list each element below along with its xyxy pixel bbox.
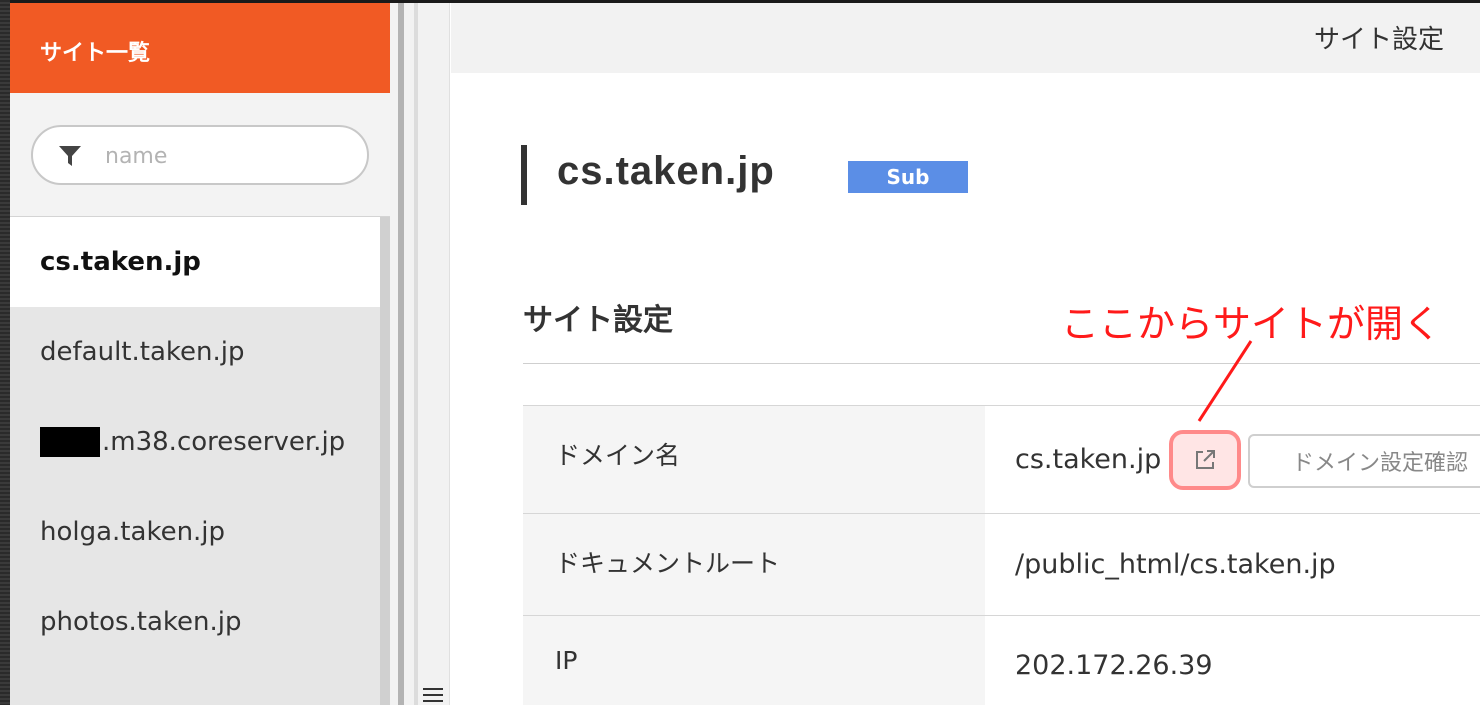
site-list-item-label: .m38.coreserver.jp [102,427,346,457]
settings-value: /public_html/cs.taken.jp [1015,549,1336,580]
pane-splitter[interactable] [390,3,450,705]
site-list: cs.taken.jp default.taken.jp .m38.corese… [10,217,380,667]
settings-label: ドキュメントルート [523,514,985,615]
settings-value: 202.172.26.39 [1015,650,1213,681]
site-search-input[interactable]: name [31,125,369,185]
sidebar-scrollbar[interactable] [380,217,390,705]
settings-table: ドメイン名 cs.taken.jp ドメイン設定確認 ドキュメントルート /pu… [523,405,1480,705]
hamburger-icon[interactable] [423,685,443,705]
title-accent-bar [521,145,527,205]
splitter-divider [414,3,418,705]
site-list-item[interactable]: holga.taken.jp [10,487,380,577]
search-area: name [10,93,390,217]
domain-value: cs.taken.jp [1015,444,1162,475]
site-list-item-label: photos.taken.jp [40,607,242,637]
site-list-item[interactable]: default.taken.jp [10,307,380,397]
search-placeholder: name [105,144,168,169]
section-divider [523,363,1480,364]
settings-row-domain: ドメイン名 cs.taken.jp ドメイン設定確認 [523,406,1480,514]
settings-row-docroot: ドキュメントルート /public_html/cs.taken.jp [523,514,1480,616]
site-list-item[interactable]: cs.taken.jp [10,217,380,307]
site-list-item[interactable]: .m38.coreserver.jp [10,397,380,487]
annotation-text: ここからサイトが開く [1061,302,1442,346]
section-title: サイト設定 [523,303,673,338]
splitter-handle[interactable] [398,3,404,705]
site-list-sidebar: サイト一覧 name cs.taken.jp default.taken.jp … [10,3,390,705]
site-list-item-label: cs.taken.jp [40,247,201,277]
site-list-item-label: holga.taken.jp [40,517,226,547]
external-link-icon[interactable] [1193,448,1217,472]
site-list-item[interactable]: photos.taken.jp [10,577,380,667]
window-frame-left [0,0,10,705]
site-type-badge: Sub [848,161,968,193]
sidebar-header: サイト一覧 [10,3,390,93]
main-content: cs.taken.jp Sub サイト設定 ここからサイトが開く ドメイン名 c… [451,73,1480,705]
top-bar: サイト設定 [451,3,1480,73]
domain-check-button[interactable]: ドメイン設定確認 [1248,434,1480,488]
site-list-item-label: default.taken.jp [40,337,245,367]
settings-row-ip: IP 202.172.26.39 [523,616,1480,705]
filter-icon [59,146,81,166]
settings-label: ドメイン名 [523,406,985,513]
settings-label: IP [523,616,985,705]
page-title: cs.taken.jp [557,149,775,193]
topbar-title: サイト設定 [1313,25,1444,55]
open-site-link[interactable] [1169,429,1242,490]
redaction-block [40,427,100,457]
sidebar-title: サイト一覧 [40,41,151,66]
